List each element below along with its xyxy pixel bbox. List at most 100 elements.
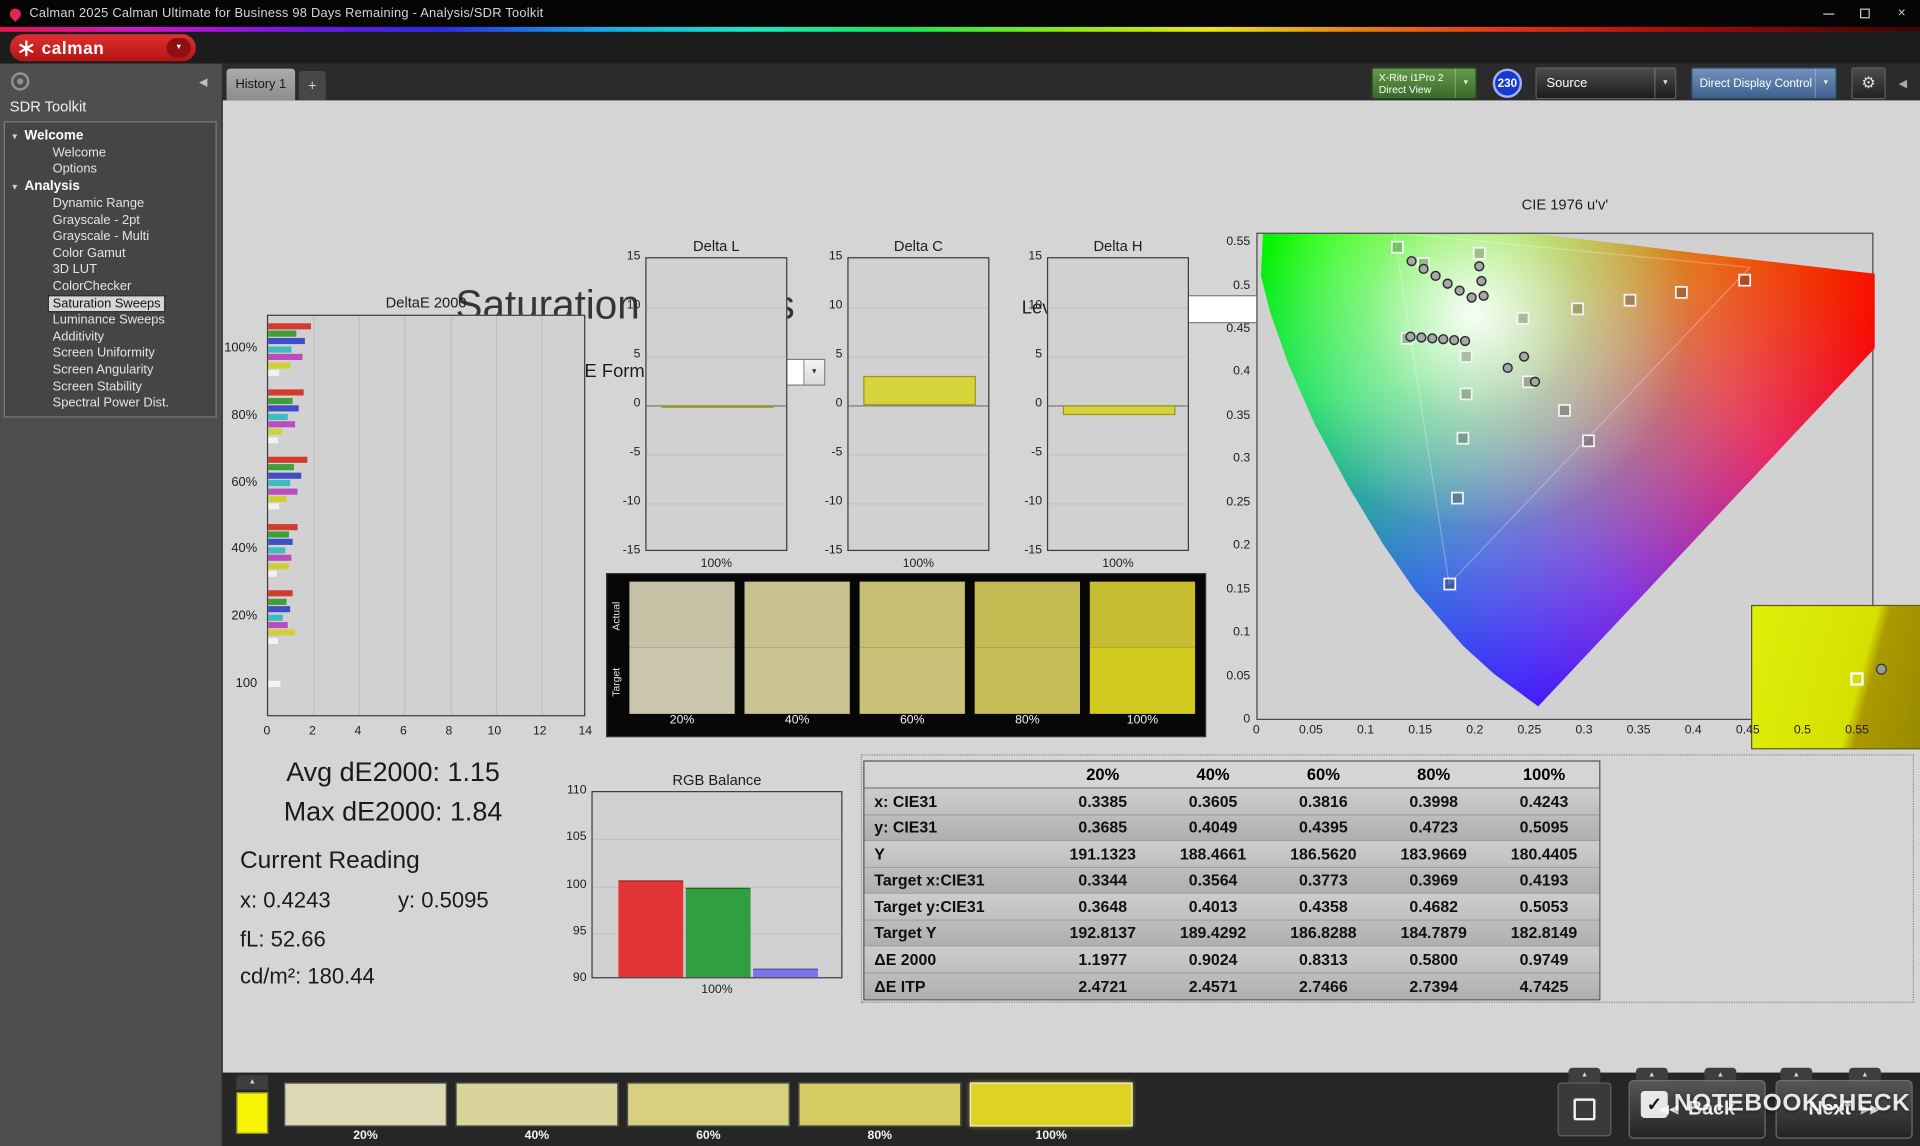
- sidebar-item-label: Screen Angularity: [52, 362, 154, 378]
- calman-star-icon: [19, 39, 34, 56]
- cie-target-point: [1516, 312, 1530, 325]
- x-tick-label: 4: [354, 724, 362, 739]
- y-tick-label: 5: [1035, 347, 1043, 362]
- current-y: y: 0.5095: [397, 887, 489, 913]
- sidebar-item-grayscale-multi[interactable]: Grayscale - Multi: [5, 228, 216, 245]
- bar: [268, 413, 288, 420]
- minimize-button[interactable]: [1810, 0, 1847, 27]
- table-cell: 0.4193: [1519, 870, 1569, 890]
- delta-l-chart: Delta L 100% 15 10 5 0 -5 -10 -15: [600, 238, 796, 583]
- chart-title: Delta H: [1093, 237, 1143, 255]
- sidebar-item-color-gamut[interactable]: Color Gamut: [5, 245, 216, 262]
- back-icon: ◀◀: [1659, 1102, 1679, 1117]
- y-tick-label: -5: [629, 445, 641, 460]
- delta-h-plot: [1046, 257, 1189, 552]
- table-cell: 0.8313: [1299, 949, 1348, 969]
- cie-target-point: [1674, 285, 1688, 299]
- sidebar-item-label: 3D LUT: [52, 262, 97, 278]
- current-reading-title: Current Reading: [240, 847, 420, 875]
- cie-measured-point: [1442, 278, 1453, 289]
- x-tick-label: 0.05: [1299, 723, 1323, 738]
- meter-dropdown[interactable]: X-Rite i1Pro 2 Direct View ▼: [1371, 67, 1477, 100]
- pattern-patch-20%[interactable]: [284, 1082, 447, 1127]
- target-icon[interactable]: [11, 72, 30, 91]
- bar: [268, 389, 304, 396]
- table-row: ΔE ITP 2.4721 2.4571 2.7466 2.7394 4.7425: [864, 972, 1600, 1000]
- sidebar-group-welcome[interactable]: ▾ Welcome: [5, 127, 216, 144]
- next-button[interactable]: Next ▶▶: [1775, 1080, 1913, 1139]
- gridline: [359, 315, 361, 716]
- chevron-up-icon[interactable]: ▲: [236, 1075, 269, 1090]
- next-label: Next: [1808, 1098, 1851, 1120]
- pattern-patch-100%[interactable]: [969, 1082, 1133, 1127]
- swatch-column: [859, 581, 965, 714]
- red-bar: [618, 880, 684, 978]
- gridline: [1048, 454, 1188, 456]
- sidebar-item-grayscale-2pt[interactable]: Grayscale - 2pt: [5, 212, 216, 229]
- window-pattern-button[interactable]: [1557, 1082, 1612, 1137]
- bar: [268, 562, 289, 569]
- sidebar-group-analysis[interactable]: ▾ Analysis: [5, 178, 216, 195]
- current-fl: fL: 52.66: [240, 926, 326, 952]
- calman-menu-arrow-icon[interactable]: ▼: [166, 37, 192, 58]
- sidebar-group-label: Welcome: [24, 128, 84, 144]
- actual-swatch: [744, 581, 850, 648]
- table-cell: 0.4358: [1299, 897, 1348, 916]
- table-cell: 0.3564: [1188, 870, 1238, 890]
- sidebar-item-label: Options: [52, 162, 97, 177]
- collapse-right-panel-button[interactable]: ◀: [1893, 71, 1913, 95]
- swatch-column: [974, 581, 1081, 714]
- x-tick-label: 0.55: [1845, 723, 1869, 738]
- cie-measured-point: [1454, 285, 1465, 296]
- actual-swatch: [1089, 581, 1196, 648]
- x-tick-label: 0.3: [1575, 723, 1593, 738]
- sidebar-item-welcome[interactable]: Welcome: [5, 144, 216, 161]
- actual-swatch: [629, 581, 735, 648]
- y-tick-label: 100%: [224, 340, 258, 356]
- table-cell: 0.4049: [1188, 818, 1238, 837]
- x-tick-label: 0.25: [1517, 723, 1542, 738]
- sidebar-item-options[interactable]: Options: [5, 161, 216, 178]
- sidebar-collapse-button[interactable]: ◀: [193, 72, 213, 92]
- sidebar-item-label: Dynamic Range: [52, 195, 145, 211]
- table-cell: 0.3605: [1188, 791, 1238, 811]
- y-tick-label: 40%: [231, 541, 258, 557]
- green-bar: [685, 887, 751, 978]
- source-dropdown[interactable]: Source ▼: [1535, 67, 1677, 100]
- pattern-patch-80%[interactable]: [798, 1082, 962, 1127]
- cie-target-point: [1571, 302, 1584, 316]
- sidebar-item-colorchecker[interactable]: ColorChecker: [5, 278, 216, 295]
- close-button[interactable]: ×: [1883, 0, 1920, 27]
- gridline: [848, 503, 989, 505]
- table-cell: 0.9749: [1519, 949, 1569, 969]
- sidebar-item-label: Screen Uniformity: [52, 345, 155, 361]
- chevron-up-icon[interactable]: ▲: [1568, 1067, 1601, 1083]
- x-tick-label: 0.35: [1626, 723, 1651, 738]
- maximize-button[interactable]: [1847, 0, 1884, 27]
- cie-target-point: [1459, 350, 1473, 363]
- pattern-patch-40%[interactable]: [455, 1082, 619, 1127]
- tab-bar: History 1 + X-Rite i1Pro 2 Direct View ▼…: [222, 63, 1920, 101]
- tab-history-1[interactable]: History 1: [226, 68, 296, 101]
- x-axis-label: 100%: [701, 983, 733, 997]
- sidebar-item-dynamic-range[interactable]: Dynamic Range: [5, 195, 216, 212]
- rgb-balance-plot: [591, 791, 843, 979]
- window-title: Calman 2025 Calman Ultimate for Business…: [29, 6, 544, 21]
- gridline: [848, 356, 989, 358]
- titlebar: Calman 2025 Calman Ultimate for Business…: [0, 0, 1920, 27]
- pattern-patch-60%[interactable]: [626, 1082, 790, 1127]
- table-cell: 186.8288: [1290, 923, 1357, 942]
- y-tick-label: 0.05: [1226, 669, 1251, 683]
- y-tick-label: 10: [828, 298, 843, 313]
- pattern-preview-swatch[interactable]: [236, 1092, 269, 1134]
- gridline: [646, 356, 787, 358]
- add-tab-button[interactable]: +: [298, 71, 326, 101]
- calman-menu-button[interactable]: calman ▼: [9, 34, 196, 62]
- gear-icon[interactable]: ⚙: [1851, 67, 1886, 100]
- table-cell: 0.4395: [1299, 818, 1348, 837]
- y-tick-label: 100: [235, 675, 258, 691]
- sidebar-item-3d-lut[interactable]: 3D LUT: [5, 262, 216, 279]
- back-button[interactable]: ◀◀ Back: [1628, 1080, 1766, 1139]
- display-control-dropdown[interactable]: Direct Display Control ▼: [1691, 67, 1837, 100]
- gridline: [450, 315, 452, 716]
